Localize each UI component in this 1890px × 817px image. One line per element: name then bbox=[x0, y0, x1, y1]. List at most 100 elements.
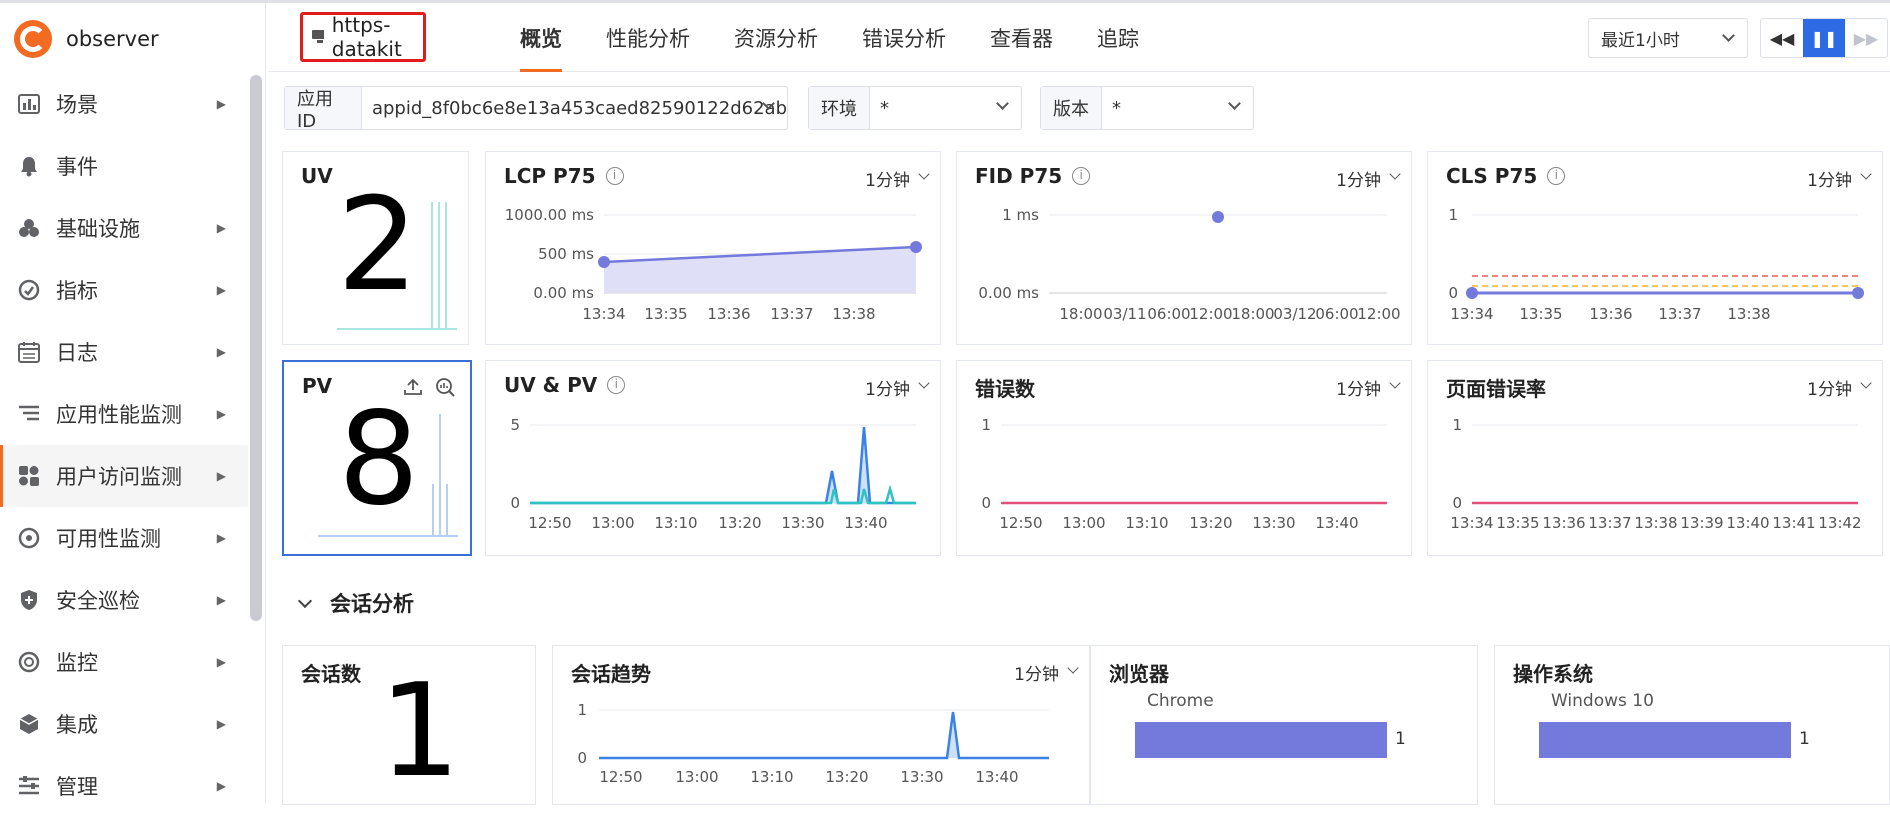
tab-overview[interactable]: 概览 bbox=[520, 3, 562, 72]
pv-title: PV bbox=[302, 374, 333, 398]
sidebar-scrollbar[interactable] bbox=[250, 75, 262, 621]
info-icon[interactable]: i bbox=[1072, 167, 1091, 185]
x-tick: 13:36 bbox=[707, 305, 750, 323]
brand-name: observer bbox=[66, 27, 159, 51]
error-rate-interval-select[interactable]: 1分钟 bbox=[1807, 375, 1852, 400]
browser-card[interactable]: 浏览器 Chrome 1 bbox=[1090, 645, 1478, 805]
sidebar-item-monitor[interactable]: 监控 ▶ bbox=[0, 631, 248, 693]
sidebar-item-logs[interactable]: 日志 ▶ bbox=[0, 321, 248, 383]
env-select[interactable]: * bbox=[870, 87, 1021, 129]
sidebar-item-label: 安全巡检 bbox=[56, 589, 140, 613]
analyze-icon[interactable] bbox=[434, 376, 456, 398]
tab-errors[interactable]: 错误分析 bbox=[862, 3, 946, 72]
browser-bar[interactable] bbox=[1135, 722, 1387, 758]
data-point[interactable] bbox=[1852, 287, 1864, 299]
session-trend-card[interactable]: 会话趋势 1分钟 1 0 12:50 13:00 13:10 13:20 13:… bbox=[552, 645, 1090, 805]
tab-performance[interactable]: 性能分析 bbox=[606, 3, 690, 72]
x-tick: 13:40 bbox=[1315, 514, 1358, 532]
cls-card[interactable]: CLS P75 i 1分钟 1 0 13:34 13:35 13:36 13:37… bbox=[1427, 151, 1883, 345]
env-filter[interactable]: 环境 * bbox=[808, 86, 1022, 130]
x-tick: 13:37 bbox=[770, 305, 813, 323]
uvpv-interval-select[interactable]: 1分钟 bbox=[865, 375, 910, 400]
sidebar-item-label: 场景 bbox=[56, 93, 98, 117]
cls-title: CLS P75 i bbox=[1446, 164, 1566, 188]
sidebar-item-metrics[interactable]: 指标 ▶ bbox=[0, 259, 248, 321]
info-icon[interactable]: i bbox=[607, 376, 626, 394]
version-filter[interactable]: 版本 * bbox=[1040, 86, 1254, 130]
sidebar-item-label: 基础设施 bbox=[56, 217, 140, 241]
sidebar-item-label: 应用性能监测 bbox=[56, 403, 182, 427]
time-range-value: 最近1小时 bbox=[1601, 30, 1680, 51]
info-icon[interactable]: i bbox=[1547, 167, 1566, 185]
sidebar-item-label: 监控 bbox=[56, 651, 98, 675]
sidebar-item-apm[interactable]: 应用性能监测 ▶ bbox=[0, 383, 248, 445]
fid-title: FID P75 i bbox=[975, 164, 1091, 188]
sidebar-item-events[interactable]: 事件 bbox=[0, 135, 248, 197]
sidebar-item-manage[interactable]: 管理 ▶ bbox=[0, 755, 248, 817]
tab-trace[interactable]: 追踪 bbox=[1097, 3, 1139, 72]
x-tick: 13:30 bbox=[781, 514, 824, 532]
lcp-interval-select[interactable]: 1分钟 bbox=[865, 166, 910, 191]
lcp-chart: 1000.00 ms 500 ms 0.00 ms 13:34 13:35 13… bbox=[505, 206, 922, 323]
uv-card[interactable]: UV 2 bbox=[282, 151, 469, 345]
shield-icon bbox=[16, 587, 42, 613]
info-icon[interactable]: i bbox=[605, 167, 624, 185]
os-card[interactable]: 操作系统 Windows 10 1 bbox=[1494, 645, 1890, 805]
error-rate-card[interactable]: 页面错误率 1分钟 1 0 13:34 13:35 13:36 13:37 13… bbox=[1427, 360, 1883, 556]
os-bar[interactable] bbox=[1539, 722, 1791, 758]
apm-icon bbox=[16, 401, 42, 427]
uvpv-chart: 5 0 12:50 13:00 13:10 13:20 13:30 13:40 bbox=[510, 416, 916, 532]
x-tick: 12:50 bbox=[599, 768, 642, 786]
x-tick: 13:00 bbox=[1062, 514, 1105, 532]
tab-resources[interactable]: 资源分析 bbox=[734, 3, 818, 72]
errors-interval-select[interactable]: 1分钟 bbox=[1336, 375, 1381, 400]
lcp-card[interactable]: LCP P75 i 1分钟 1000.00 ms 500 ms 0.00 ms 1… bbox=[485, 151, 941, 345]
session-section-toggle[interactable]: 会话分析 bbox=[297, 588, 414, 618]
session-trend-interval-select[interactable]: 1分钟 bbox=[1014, 660, 1059, 685]
fid-card[interactable]: FID P75 i 1分钟 1 ms 0.00 ms 18:00 03/11 06… bbox=[956, 151, 1412, 345]
fid-interval-select[interactable]: 1分钟 bbox=[1336, 166, 1381, 191]
rewind-button[interactable]: ◀◀ bbox=[1761, 19, 1803, 57]
settings-icon bbox=[16, 773, 42, 799]
y-tick: 1 bbox=[577, 701, 587, 719]
x-tick: 13:10 bbox=[750, 768, 793, 786]
brand[interactable]: observer bbox=[14, 17, 159, 61]
app-name: https-datakit bbox=[331, 13, 402, 61]
data-point[interactable] bbox=[910, 241, 922, 253]
pv-card[interactable]: PV 8 bbox=[282, 360, 472, 556]
y-tick: 0 bbox=[1452, 494, 1462, 512]
fid-title-text: FID P75 bbox=[975, 164, 1063, 188]
section-title: 会话分析 bbox=[330, 592, 414, 616]
sidebar-item-security[interactable]: 安全巡检 ▶ bbox=[0, 569, 248, 631]
data-point[interactable] bbox=[598, 256, 610, 268]
session-count-card[interactable]: 会话数 1 bbox=[282, 645, 536, 805]
errors-card[interactable]: 错误数 1分钟 1 0 12:50 13:00 13:10 13:20 13:3… bbox=[956, 360, 1412, 556]
cls-interval-select[interactable]: 1分钟 bbox=[1807, 166, 1852, 191]
sidebar-item-availability[interactable]: 可用性监测 ▶ bbox=[0, 507, 248, 569]
sidebar: observer 场景 ▶ 事件 基础设施 ▶ 指标 ▶ 日志 ▶ 应用性能监测 ▶ 用户… bbox=[0, 3, 266, 802]
forward-button[interactable]: ▶▶ bbox=[1845, 19, 1887, 57]
bell-icon bbox=[16, 153, 42, 179]
version-select[interactable]: * bbox=[1102, 87, 1253, 129]
uvpv-card[interactable]: UV & PV i 1分钟 5 0 12:50 13:00 13:10 13:20… bbox=[485, 360, 941, 556]
y-tick: 1000.00 ms bbox=[505, 206, 594, 224]
sidebar-item-scene[interactable]: 场景 ▶ bbox=[0, 73, 248, 135]
pause-button[interactable]: ❚❚ bbox=[1803, 19, 1845, 57]
time-range-select[interactable]: 最近1小时 bbox=[1588, 18, 1748, 58]
x-tick: 13:30 bbox=[1252, 514, 1295, 532]
caret-right-icon: ▶ bbox=[216, 97, 226, 111]
app-id-select[interactable]: appid_8f0bc6e8e13a453caed82590122d62ab bbox=[362, 87, 787, 129]
session-count-title: 会话数 bbox=[301, 662, 361, 686]
sidebar-item-integration[interactable]: 集成 ▶ bbox=[0, 693, 248, 755]
y-tick: 1 ms bbox=[1002, 206, 1039, 224]
data-point[interactable] bbox=[1212, 211, 1224, 223]
app-id-filter[interactable]: 应用 ID appid_8f0bc6e8e13a453caed82590122d… bbox=[284, 86, 788, 132]
data-point[interactable] bbox=[1466, 287, 1478, 299]
sidebar-item-label: 用户访问监测 bbox=[56, 465, 182, 489]
tab-explorer[interactable]: 查看器 bbox=[990, 3, 1053, 72]
x-tick: 13:34 bbox=[582, 305, 625, 323]
sidebar-item-rum[interactable]: 用户访问监测 ▶ bbox=[0, 445, 248, 507]
chevron-down-icon bbox=[297, 593, 313, 608]
sidebar-item-infrastructure[interactable]: 基础设施 ▶ bbox=[0, 197, 248, 259]
app-selector[interactable]: https-datakit bbox=[300, 12, 426, 62]
